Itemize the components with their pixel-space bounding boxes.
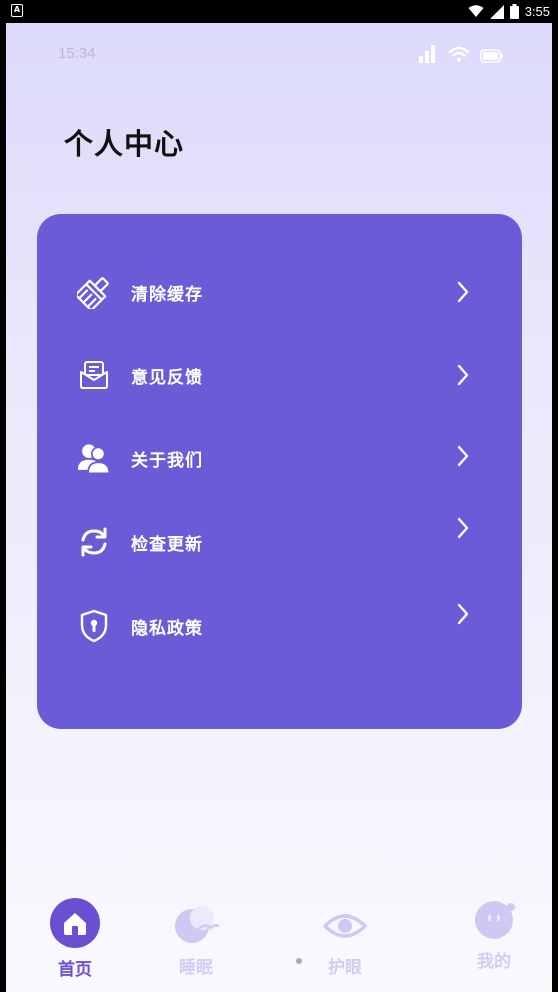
moon-icon — [175, 906, 220, 943]
menu-label: 意见反馈 — [131, 367, 203, 388]
refresh-icon — [77, 525, 111, 559]
tab-label: 护眼 — [328, 958, 362, 978]
eye-icon — [323, 914, 367, 938]
menu-item-privacy-policy[interactable]: 隐私政策 — [37, 596, 522, 656]
battery-icon — [480, 49, 503, 63]
system-status-bar: A 3:55 — [0, 0, 558, 23]
tab-home[interactable]: 首页 — [35, 895, 115, 985]
system-time: 3:55 — [524, 4, 550, 19]
wifi-icon — [448, 46, 470, 62]
menu-item-feedback[interactable]: 意见反馈 — [37, 345, 522, 405]
app-status-bar: 15:34 — [6, 23, 552, 85]
users-icon — [77, 441, 111, 475]
tab-label: 首页 — [58, 960, 92, 980]
home-icon — [50, 898, 100, 948]
chevron-right-icon — [457, 281, 469, 303]
tab-label: 我的 — [477, 952, 511, 972]
chevron-right-icon — [457, 603, 469, 625]
tab-sleep[interactable]: 睡眠 — [156, 895, 236, 985]
signal-icon — [489, 4, 504, 19]
menu-label: 检查更新 — [131, 534, 203, 555]
menu-label: 关于我们 — [131, 450, 203, 471]
menu-item-about-us[interactable]: 关于我们 — [37, 428, 522, 488]
app-screen: 15:34 个人中心 清除缓存 意见反馈 关于我们 检查更新 隐私政策 首页 睡… — [6, 23, 552, 992]
broom-icon — [77, 275, 111, 309]
tab-mine[interactable]: 我的 — [454, 895, 534, 985]
page-title: 个人中心 — [64, 127, 185, 161]
app-status-time: 15:34 — [58, 45, 96, 62]
face-icon — [475, 901, 515, 939]
battery-icon — [509, 4, 519, 19]
cell-signal-icon — [419, 45, 435, 63]
menu-label: 清除缓存 — [131, 284, 203, 305]
wifi-icon — [468, 5, 484, 17]
menu-item-check-update[interactable]: 检查更新 — [37, 512, 522, 572]
chevron-right-icon — [457, 364, 469, 386]
chevron-right-icon — [457, 445, 469, 467]
tab-label: 睡眠 — [179, 958, 213, 978]
settings-card: 清除缓存 意见反馈 关于我们 检查更新 隐私政策 — [37, 214, 522, 729]
chevron-right-icon — [457, 517, 469, 539]
feedback-icon — [77, 358, 111, 392]
indicator-dot — [296, 958, 302, 964]
shield-icon — [77, 609, 111, 643]
tab-eye-care[interactable]: 护眼 — [305, 895, 385, 985]
menu-item-clear-cache[interactable]: 清除缓存 — [37, 262, 522, 322]
notification-a-icon: A — [11, 4, 23, 17]
menu-label: 隐私政策 — [131, 618, 203, 639]
